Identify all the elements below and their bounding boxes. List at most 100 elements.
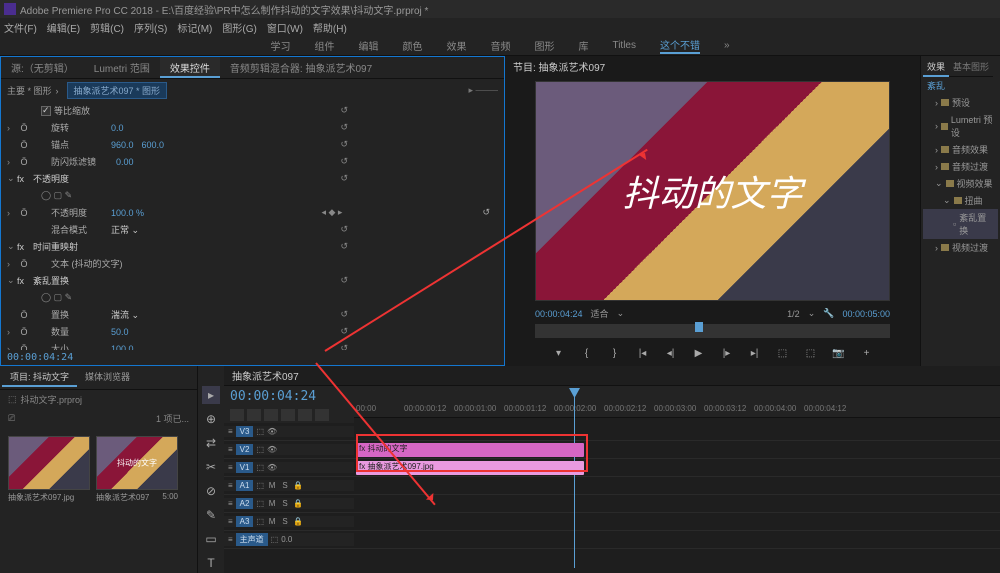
bin-icon[interactable]: ⬚ [8, 394, 17, 405]
tl-opt-icon[interactable] [230, 409, 244, 421]
fx-property-row[interactable]: ›Ö数量50.0↺ [1, 323, 504, 340]
project-item[interactable]: 抽象派艺术097.jpg [8, 436, 90, 503]
menu-clip[interactable]: 剪辑(C) [90, 20, 124, 35]
menu-graphics[interactable]: 图形(G) [222, 20, 256, 35]
fx-property-row[interactable]: ›Ö大小100.0↺ [1, 340, 504, 350]
timeline-track[interactable]: ≡V2⬚👁fx 抖动的文字 [224, 441, 1000, 459]
ws-graphics[interactable]: 图形 [534, 38, 554, 53]
menu-window[interactable]: 窗口(W) [267, 20, 303, 35]
lift-icon[interactable]: ⬚ [773, 344, 793, 362]
ws-custom[interactable]: 这个不错 [660, 37, 700, 54]
tab-essential-graphics[interactable]: 基本图形 [949, 58, 993, 77]
fx-property-row[interactable]: Ö锚点960.0600.0↺ [1, 136, 504, 153]
menu-file[interactable]: 文件(F) [4, 20, 37, 35]
ripple-tool-icon[interactable]: ⇄ [202, 434, 220, 452]
type-tool-icon[interactable]: T [202, 554, 220, 572]
fx-property-row[interactable]: ⌄fx时间重映射↺ [1, 238, 504, 255]
fx-property-row[interactable]: ◯ ▢ ✎ [1, 289, 504, 306]
step-fwd-icon[interactable]: |▸ [717, 344, 737, 362]
tl-opt-icon[interactable] [315, 409, 329, 421]
ws-edit[interactable]: 编辑 [358, 38, 378, 53]
effects-search[interactable]: 紊乱 [923, 77, 998, 94]
fx-timecode[interactable]: 00:00:04:24 [1, 350, 504, 365]
menu-edit[interactable]: 编辑(E) [47, 20, 80, 35]
timeline-timecode[interactable]: 00:00:04:24 [224, 386, 354, 407]
tl-opt-icon[interactable] [264, 409, 278, 421]
sequence-tab[interactable]: 抽象派艺术097 [224, 366, 1000, 386]
timeline-track[interactable]: ≡主声道⬚0.0 [224, 531, 1000, 549]
timeline-track[interactable]: ≡V1⬚👁fx 抽象派艺术097.jpg [224, 459, 1000, 477]
ws-learn[interactable]: 学习 [270, 38, 290, 53]
timeline-track[interactable]: ≡A2⬚MS🔒 [224, 495, 1000, 513]
wrench-icon[interactable]: 🔧 [823, 308, 834, 319]
fx-property-row[interactable]: ›Ö防闪烁滤镜0.00↺ [1, 153, 504, 170]
fx-property-row[interactable]: ›Ö不透明度100.0 %◂ ◆ ▸↺ [1, 204, 504, 221]
tab-effects[interactable]: 效果 [923, 58, 949, 77]
filter-icon[interactable]: ⎚ [8, 413, 15, 424]
tab-project[interactable]: 项目: 抖动文字 [2, 368, 77, 387]
timeline-track[interactable]: ≡V3⬚👁 [224, 423, 1000, 441]
program-tab[interactable]: 节目: 抽象派艺术097 [505, 56, 920, 77]
folder-lumetri[interactable]: ›Lumetri 预设 [923, 111, 998, 141]
ws-lib[interactable]: 库 [578, 38, 588, 53]
play-icon[interactable]: ▶ [689, 344, 709, 362]
tab-media-browser[interactable]: 媒体浏览器 [77, 368, 138, 387]
timeline-track[interactable]: ≡A3⬚MS🔒 [224, 513, 1000, 531]
ws-color[interactable]: 颜色 [402, 38, 422, 53]
program-scrubber[interactable] [535, 324, 890, 338]
tl-opt-icon[interactable] [298, 409, 312, 421]
ws-effects[interactable]: 效果 [446, 38, 466, 53]
fx-property-row[interactable]: 混合模式正常 ⌄↺ [1, 221, 504, 238]
track-select-tool-icon[interactable]: ⊕ [202, 410, 220, 428]
razor-tool-icon[interactable]: ✂ [202, 458, 220, 476]
go-in-icon[interactable]: |◂ [633, 344, 653, 362]
program-timecode-left[interactable]: 00:00:04:24 [535, 309, 583, 319]
tab-source[interactable]: 源:（无剪辑） [1, 57, 84, 78]
tl-opt-icon[interactable] [247, 409, 261, 421]
fx-property-row[interactable]: Ö置换湍流 ⌄↺ [1, 306, 504, 323]
timeline-track[interactable]: ≡A1⬚MS🔒 [224, 477, 1000, 495]
fit-dropdown[interactable]: 适合 [591, 307, 609, 320]
folder-video-fx[interactable]: ⌄视频效果 [923, 175, 998, 192]
go-out-icon[interactable]: ▸| [745, 344, 765, 362]
add-marker-icon[interactable]: ▾ [549, 344, 569, 362]
effect-turbulent[interactable]: ▫紊乱置换 [923, 209, 998, 239]
project-item[interactable]: 抖动的文字 抽象派艺术0975:00 [96, 436, 178, 503]
mark-out-icon[interactable]: } [605, 344, 625, 362]
settings-icon[interactable]: + [857, 344, 877, 362]
scale-dropdown[interactable]: 1/2 [787, 309, 800, 319]
folder-presets[interactable]: ›预设 [923, 94, 998, 111]
folder-distort[interactable]: ⌄扭曲 [923, 192, 998, 209]
ws-titles[interactable]: Titles [612, 40, 636, 51]
ws-assembly[interactable]: 组件 [314, 38, 334, 53]
pen-tool-icon[interactable]: ✎ [202, 506, 220, 524]
folder-video-tr[interactable]: ›视频过渡 [923, 239, 998, 256]
ws-more-icon[interactable]: » [724, 40, 730, 51]
export-frame-icon[interactable]: 📷 [829, 344, 849, 362]
tab-effect-controls[interactable]: 效果控件 [160, 57, 220, 78]
fx-property-row[interactable]: 等比缩放↺ [1, 102, 504, 119]
menu-marker[interactable]: 标记(M) [177, 20, 212, 35]
extract-icon[interactable]: ⬚ [801, 344, 821, 362]
clip-ref-link[interactable]: 抽象派艺术097 * 图形 [67, 82, 168, 99]
fx-property-row[interactable]: ›Ö文本 (抖动的文字) [1, 255, 504, 272]
tl-opt-icon[interactable] [281, 409, 295, 421]
fx-property-row[interactable]: ›Ö旋转0.0↺ [1, 119, 504, 136]
tab-lumetri[interactable]: Lumetri 范围 [84, 57, 160, 78]
menu-sequence[interactable]: 序列(S) [134, 20, 167, 35]
slip-tool-icon[interactable]: ⊘ [202, 482, 220, 500]
menu-help[interactable]: 帮助(H) [313, 20, 347, 35]
hand-tool-icon[interactable]: ▭ [202, 530, 220, 548]
mark-in-icon[interactable]: { [577, 344, 597, 362]
folder-audio-fx[interactable]: ›音频效果 [923, 141, 998, 158]
ws-audio[interactable]: 音频 [490, 38, 510, 53]
program-monitor[interactable]: 抖动的文字 [535, 81, 890, 301]
fx-property-row[interactable]: ⌄fx不透明度↺ [1, 170, 504, 187]
folder-audio-tr[interactable]: ›音频过渡 [923, 158, 998, 175]
step-back-icon[interactable]: ◂| [661, 344, 681, 362]
fx-property-row[interactable]: ◯ ▢ ✎ [1, 187, 504, 204]
tab-audio-mixer[interactable]: 音频剪辑混合器: 抽象派艺术097 [220, 57, 382, 78]
selection-tool-icon[interactable]: ▸ [202, 386, 220, 404]
program-playhead[interactable] [695, 322, 703, 332]
timeline-ruler[interactable]: 00:00 00:00:00:12 00:00:01:00 00:00:01:1… [354, 386, 1000, 418]
